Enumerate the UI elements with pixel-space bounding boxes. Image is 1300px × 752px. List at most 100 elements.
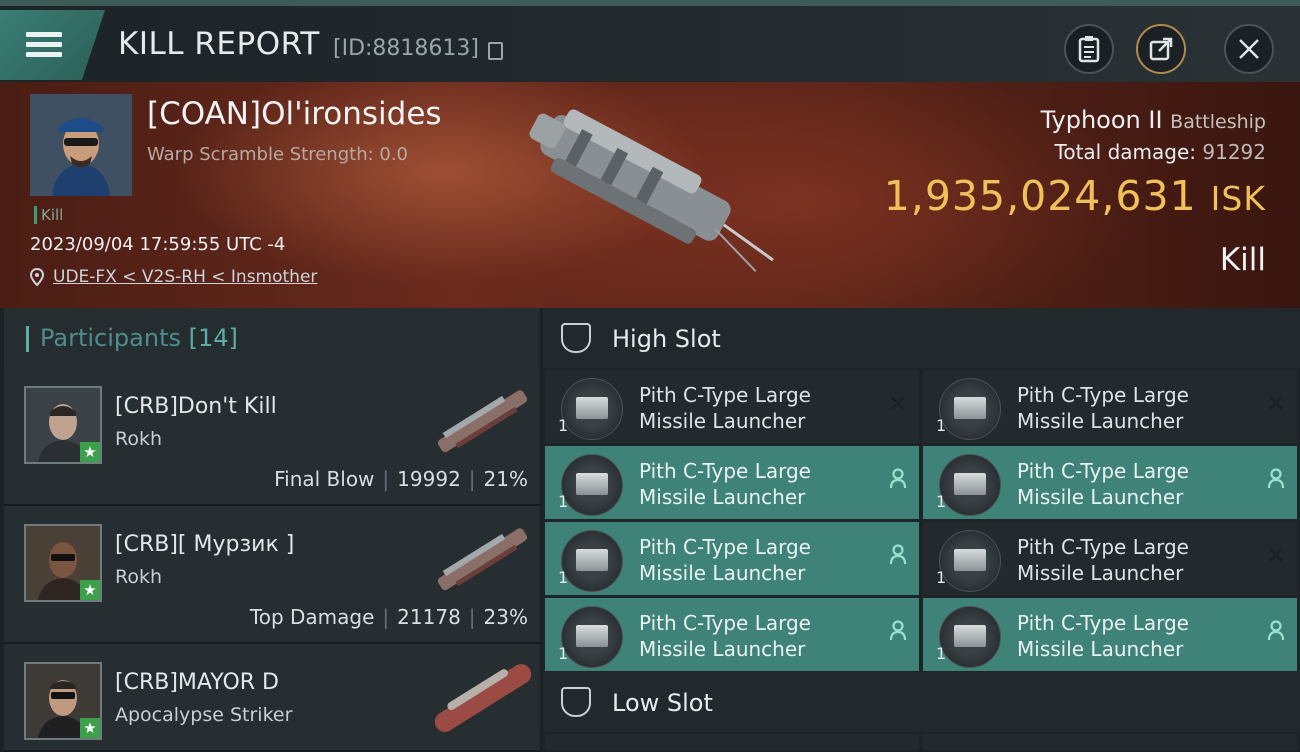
participant-avatar[interactable]: ★ [24,662,102,740]
launcher-graphic [954,397,986,419]
section-accent-bar [26,326,29,352]
module-name-line1: Pith C-Type Large [1017,459,1189,483]
menu-icon [26,32,62,37]
separator: | [468,605,476,629]
low-slot-title: Low Slot [612,689,713,717]
menu-icon-bar [26,52,62,57]
participants-label: Participants [40,324,181,352]
kill-tag: Kill [34,206,63,224]
location-pin-icon [30,268,44,286]
launcher-icon [939,606,1001,668]
page-title: KILL REPORT [118,26,320,62]
person-glyph [1267,468,1285,489]
module-quantity: 1 [936,568,947,587]
result-label: Kill [1219,242,1266,278]
isk-value: 1,935,024,631 ISK [884,172,1266,220]
participant-ship: Rokh [115,428,163,450]
participant-tag: Top Damage [249,605,375,629]
high-slot-icon [561,323,591,353]
participant-row[interactable]: ★ [CRB]MAYOR D Apocalypse Striker [4,644,540,752]
person-glyph [1267,620,1285,641]
module-slot[interactable]: 1 Pith C-Type Large Missile Launcher ✕ [923,522,1297,595]
module-slot[interactable]: 1 Pith C-Type Large Missile Launcher [545,522,919,595]
module-quantity: 1 [936,644,947,663]
launcher-graphic [576,549,608,571]
module-name-line2: Missile Launcher [639,485,806,509]
menu-button[interactable] [0,10,105,80]
module-name: Pith C-Type Large Missile Launcher [639,610,859,662]
module-quantity: 1 [558,644,569,663]
launcher-graphic [576,625,608,647]
launcher-graphic [954,625,986,647]
module-slot[interactable]: 1 Pith C-Type Large Missile Launcher ✕ [923,370,1297,443]
module-slot[interactable]: 1 Pith C-Type Large Missile Launcher [923,598,1297,671]
x-icon: ✕ [1266,544,1285,569]
close-button[interactable] [1224,24,1274,74]
separator: | [382,605,390,629]
top-bar: KILL REPORT [ID:8818613] [0,0,1300,82]
module-name-line1: Pith C-Type Large [639,459,811,483]
report-list-button[interactable] [1064,24,1114,74]
participant-row[interactable]: ★ [CRB][ Мурзик ] Rokh Top Damage | 21178 |… [4,506,540,644]
participant-ship-image [437,390,528,453]
module-name: Pith C-Type Large Missile Launcher [1017,534,1237,586]
location-link[interactable]: UDE-FX < V2S-RH < Insmother [53,267,317,287]
victim-name[interactable]: [COAN]Ol'ironsides [147,96,442,132]
copy-icon[interactable] [488,42,503,60]
participants-header: Participants [14] [4,308,540,369]
x-icon: ✕ [1266,392,1285,417]
module-quantity: 1 [558,492,569,511]
x-icon: ✕ [888,392,907,417]
total-damage-label: Total damage: [1054,140,1197,164]
module-slot[interactable]: 1 Pith C-Type Large Missile Launcher [545,598,919,671]
isk-unit: ISK [1210,179,1266,218]
module-slot[interactable]: 1 Pith C-Type Large Missile Launcher [545,446,919,519]
isk-amount: 1,935,024,631 [883,172,1197,220]
close-icon [1239,39,1259,59]
module-name-line2: Missile Launcher [639,637,806,661]
module-name: Pith C-Type Large Missile Launcher [1017,458,1237,510]
module-slot[interactable]: 1 Pith C-Type Large Missile Launcher ✕ [545,370,919,443]
module-name-line1: Pith C-Type Large [639,611,811,635]
module-name-line2: Missile Launcher [1017,637,1184,661]
victim-ship-image[interactable] [500,92,790,292]
person-icon [889,620,907,648]
menu-icon-bar [26,42,62,47]
module-slot[interactable]: 1 Pith C-Type Large Missile Launcher [923,446,1297,519]
participant-avatar[interactable]: ★ [24,386,102,464]
module-name: Pith C-Type Large Missile Launcher [1017,382,1237,434]
person-glyph [889,544,907,565]
star-icon: ★ [80,718,100,738]
module-quantity: 1 [558,416,569,435]
victim-avatar[interactable] [30,94,132,196]
participants-title: Participants [14] [40,324,238,352]
launcher-icon [939,378,1001,440]
person-icon [1267,468,1285,496]
module-slot-partial[interactable] [923,734,1297,750]
module-name-line1: Pith C-Type Large [639,535,811,559]
high-slot-title: High Slot [612,325,721,353]
pilot-portrait-icon [30,94,132,196]
participant-percent: 21% [483,467,528,491]
victim-ship-name[interactable]: Typhoon II Battleship [1041,106,1266,134]
launcher-icon [939,530,1001,592]
participant-ship-image [434,664,532,732]
launcher-icon [939,454,1001,516]
launcher-graphic [954,549,986,571]
participant-row[interactable]: ★ [CRB]Don't Kill Rokh Final Blow | 19992 |… [4,368,540,506]
share-button[interactable] [1136,24,1186,74]
participant-avatar[interactable]: ★ [24,524,102,602]
star-icon: ★ [80,442,100,462]
module-slot-partial[interactable] [545,734,919,750]
person-glyph [889,468,907,489]
participant-damage: 21178 [397,605,461,629]
launcher-icon [561,606,623,668]
module-name-line2: Missile Launcher [1017,485,1184,509]
module-name-line2: Missile Launcher [1017,409,1184,433]
launcher-icon [561,378,623,440]
launcher-icon [561,530,623,592]
launcher-graphic [576,397,608,419]
launcher-graphic [954,473,986,495]
module-quantity: 1 [936,492,947,511]
ship-name-text: Typhoon II [1040,106,1163,134]
